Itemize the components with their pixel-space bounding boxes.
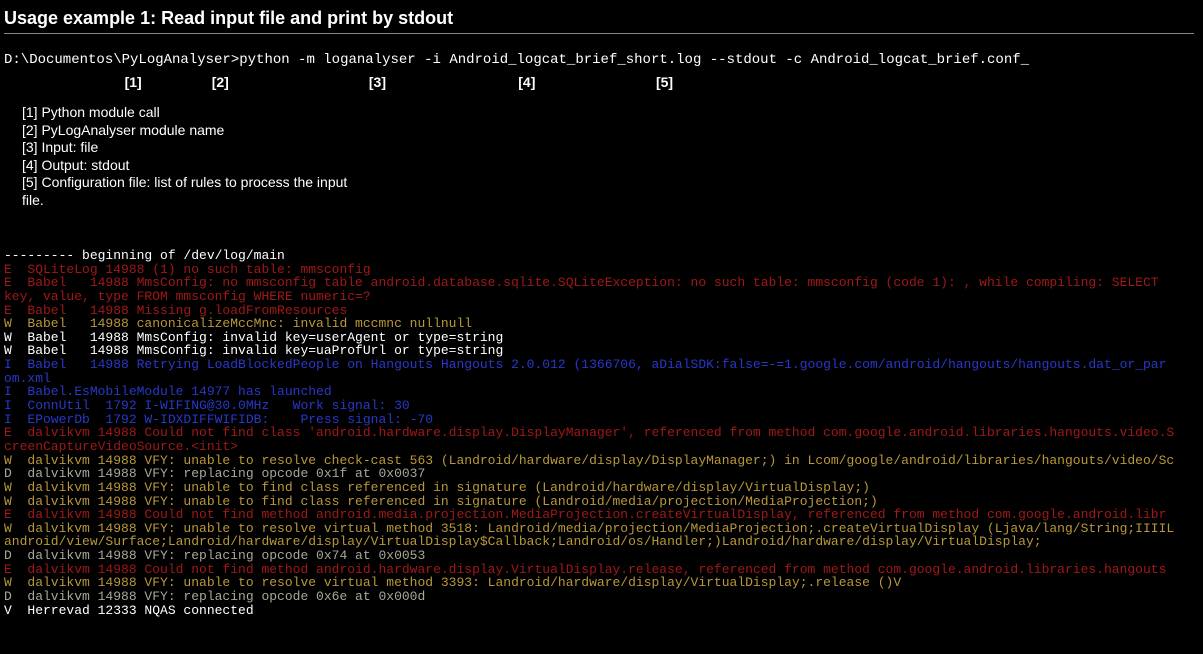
cmd-part-4: --stdout [710,52,777,68]
legend-line: [1] Python module call [22,104,1199,122]
log-line: creenCaptureVideoSource.<init> [4,440,1199,454]
label-5: [5] [656,74,673,90]
cmd-part-2: loganalyser [323,52,415,68]
command-labels-row: [1] [2] [3] [4] [5] [4,74,1199,90]
log-line: I EPowerDb 1792 W-IDXDIFFWIFIDB: Press s… [4,413,1199,427]
cmd-part-3: -i Android_logcat_brief_short.log [424,52,701,68]
log-output: --------- beginning of /dev/log/mainE SQ… [4,249,1199,617]
legend-line: [4] Output: stdout [22,157,1199,175]
legend-line: [3] Input: file [22,139,1199,157]
cmd-prompt: D:\Documentos\PyLogAnalyser> [4,52,239,68]
log-line: --------- beginning of /dev/log/main [4,249,1199,263]
log-line: W Babel 14988 canonicalizeMccMnc: invali… [4,317,1199,331]
legend-line: [2] PyLogAnalyser module name [22,122,1199,140]
log-line: W dalvikvm 14988 VFY: unable to find cla… [4,495,1199,509]
label-1: [1] [125,74,142,90]
log-line: W dalvikvm 14988 VFY: unable to resolve … [4,576,1199,590]
log-line: E dalvikvm 14988 Could not find method a… [4,508,1199,522]
log-line: V Herrevad 12333 NQAS connected [4,604,1199,618]
log-line: E SQLiteLog 14988 (1) no such table: mms… [4,263,1199,277]
label-4: [4] [518,74,535,90]
log-line: I Babel 14988 Retrying LoadBlockedPeople… [4,358,1199,372]
log-line: E dalvikvm 14988 Could not find method a… [4,563,1199,577]
legend-line: file. [22,192,1199,210]
log-line: W Babel 14988 MmsConfig: invalid key=use… [4,331,1199,345]
log-line: E Babel 14988 MmsConfig: no mmsconfig ta… [4,276,1199,290]
legend-block: [1] Python module call [2] PyLogAnalyser… [22,104,1199,209]
page-title: Usage example 1: Read input file and pri… [4,6,1199,33]
log-line: E dalvikvm 14988 Could not find class 'a… [4,426,1199,440]
title-underline [4,33,1194,34]
log-line: I ConnUtil 1792 I-WIFING@30.0MHz Work si… [4,399,1199,413]
cmd-part-5: -c Android_logcat_brief.conf_ [785,52,1029,68]
log-line: I Babel.EsMobileModule 14977 has launche… [4,385,1199,399]
label-3: [3] [369,74,386,90]
log-line: D dalvikvm 14988 VFY: replacing opcode 0… [4,549,1199,563]
cmd-part-1: python -m [239,52,315,68]
label-2: [2] [212,74,229,90]
log-line: W dalvikvm 14988 VFY: unable to resolve … [4,522,1199,536]
log-line: key, value, type FROM mmsconfig WHERE nu… [4,290,1199,304]
log-line: D dalvikvm 14988 VFY: replacing opcode 0… [4,467,1199,481]
log-line: W Babel 14988 MmsConfig: invalid key=uaP… [4,344,1199,358]
log-line: W dalvikvm 14988 VFY: unable to find cla… [4,481,1199,495]
log-line: E Babel 14988 Missing g.loadFromResource… [4,304,1199,318]
command-line: D:\Documentos\PyLogAnalyser>python -m lo… [4,52,1199,68]
log-line: android/view/Surface;Landroid/hardware/d… [4,535,1199,549]
log-line: W dalvikvm 14988 VFY: unable to resolve … [4,454,1199,468]
log-line: om.xml [4,372,1199,386]
log-line: D dalvikvm 14988 VFY: replacing opcode 0… [4,590,1199,604]
legend-line: [5] Configuration file: list of rules to… [22,174,1199,192]
